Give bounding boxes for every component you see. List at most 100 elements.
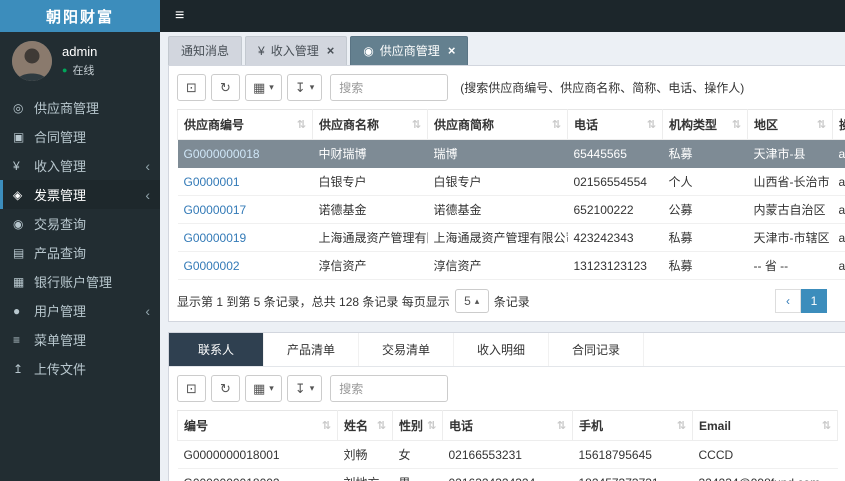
upload-icon: ↥ — [13, 361, 24, 376]
toggle-view-button[interactable]: ⊡ — [177, 375, 206, 402]
sidebar-item-invoice-management[interactable]: ◈ 发票管理 ‹ — [0, 180, 160, 209]
income-icon: ¥ — [13, 158, 20, 173]
export-dropdown[interactable]: ↧ ▾ — [286, 375, 323, 402]
supplier-icon: ◎ — [13, 100, 24, 115]
brand-logo[interactable]: 朝阳财富 — [0, 0, 160, 32]
user-name: admin — [62, 44, 98, 59]
sidebar-item-income-management[interactable]: ¥ 收入管理 ‹ — [0, 151, 160, 180]
sidebar-item-user-management[interactable]: ● 用户管理 ‹ — [0, 296, 160, 325]
col-phone[interactable]: 电话 ⇅ — [567, 109, 663, 140]
trade-query-icon: ◉ — [13, 216, 24, 231]
supplier-id-link[interactable]: G0000002 — [184, 259, 240, 273]
sidebar-item-bank-account-management[interactable]: ▦ 银行账户管理 — [0, 267, 160, 296]
refresh-button[interactable]: ↻ — [211, 375, 240, 402]
col-region[interactable]: 地区 ⇅ — [747, 109, 833, 140]
table-row[interactable]: G0000000018 中财瑞博 瑞博 65445565 私募 天津市-县 ad… — [177, 139, 845, 168]
pagination-info: 显示第 1 到第 5 条记录，总共 128 条记录 每页显示 5 ▴ 条记录 — [177, 289, 530, 313]
toggle-view-button[interactable]: ⊡ — [177, 74, 206, 101]
record-circle-icon: ◉ — [363, 43, 374, 58]
sidebar-item-product-query[interactable]: ▤ 产品查询 — [0, 238, 160, 267]
tab-product-list[interactable]: 产品清单 — [264, 333, 359, 366]
search-hint: (搜索供应商编号、供应商名称、简称、电话、操作人) — [460, 81, 745, 95]
columns-icon: ▦ — [253, 79, 266, 95]
table-row[interactable]: G0000002 淳信资产 淳信资产 13123123123 私募 -- 省 -… — [177, 251, 845, 280]
col-mobile[interactable]: 手机 ⇅ — [572, 410, 693, 441]
card-view-icon: ⊡ — [186, 380, 197, 396]
sort-icon: ⇅ — [816, 119, 826, 131]
sidebar-item-trade-query[interactable]: ◉ 交易查询 — [0, 209, 160, 238]
refresh-icon: ↻ — [220, 79, 231, 95]
caret-down-icon: ▾ — [269, 82, 274, 92]
table-row[interactable]: G0000000018002 刘地方 男 0216324324324 18245… — [177, 468, 838, 481]
sort-icon: ⇅ — [731, 119, 741, 131]
close-icon[interactable]: × — [327, 43, 335, 58]
sidebar-item-upload-file[interactable]: ↥ 上传文件 — [0, 354, 160, 383]
export-icon: ↧ — [294, 380, 306, 396]
tab-income-detail[interactable]: 收入明细 — [454, 333, 549, 366]
supplier-id-link[interactable]: G00000017 — [184, 203, 247, 217]
sidebar-item-supplier-management[interactable]: ◎ 供应商管理 — [0, 93, 160, 122]
sidebar-item-label: 供应商管理 — [34, 101, 100, 116]
contacts-table: 编号 ⇅ 姓名 ⇅ 性别 ⇅ 电话 ⇅ 手机 ⇅ Email ⇅ G000000001800… — [177, 410, 838, 481]
user-status-label: 在线 — [72, 65, 95, 77]
table-row[interactable]: G00000019 上海通晟资产管理有限公司 上海通晟资产管理有限公司 4232… — [177, 223, 845, 252]
tab-label: 供应商管理 — [379, 44, 440, 58]
tab-income-management[interactable]: ¥ 收入管理 × — [245, 36, 348, 65]
search-input[interactable] — [330, 74, 449, 101]
sidebar-item-contract-management[interactable]: ▣ 合同管理 — [0, 122, 160, 151]
sidebar-item-label: 合同管理 — [34, 130, 87, 145]
tab-contacts[interactable]: 联系人 — [169, 333, 264, 366]
tab-label: 收入管理 — [270, 44, 319, 58]
export-dropdown[interactable]: ↧ ▾ — [286, 74, 323, 101]
tab-transaction-list[interactable]: 交易清单 — [359, 333, 454, 366]
col-supplier-name[interactable]: 供应商名称 ⇅ — [312, 109, 428, 140]
close-icon[interactable]: × — [448, 43, 456, 58]
sort-icon: ⇅ — [321, 420, 331, 432]
refresh-button[interactable]: ↻ — [211, 74, 240, 101]
sort-icon: ⇅ — [821, 420, 831, 432]
table-row[interactable]: G0000000018001 刘畅 女 02166553231 15618795… — [177, 440, 838, 469]
col-contact-id[interactable]: 编号 ⇅ — [177, 410, 338, 441]
table-row[interactable]: G0000001 白银专户 白银专户 02156554554 个人 山西省-长治… — [177, 167, 845, 196]
col-email[interactable]: Email ⇅ — [692, 410, 838, 441]
sort-icon: ⇅ — [676, 420, 686, 432]
table-row[interactable]: G00000017 诺德基金 诺德基金 652100222 公募 内蒙古自治区 … — [177, 195, 845, 224]
col-gender[interactable]: 性别 ⇅ — [392, 410, 443, 441]
app-window: 朝阳财富 ≡ admin ● 在线 ◎ 供应商管理 ▣ 合同管理 ¥ 收入管理 … — [0, 0, 845, 481]
sidebar-toggle-icon[interactable]: ≡ — [175, 8, 184, 24]
chevron-left-icon: ‹ — [145, 157, 150, 174]
col-operator[interactable]: 操作人⇅ — [832, 109, 845, 140]
search-input[interactable] — [330, 375, 449, 402]
col-name[interactable]: 姓名 ⇅ — [337, 410, 393, 441]
prev-page-button[interactable]: ‹ — [775, 289, 801, 313]
tab-contract-records[interactable]: 合同记录 — [549, 333, 644, 366]
page-1-button[interactable]: 1 — [801, 289, 827, 313]
supplier-table: 供应商编号⇅ 供应商名称⇅ 供应商简称⇅ 电话⇅ 机构类型⇅ 地区⇅ 操作人⇅ … — [177, 109, 845, 280]
refresh-icon: ↻ — [220, 380, 231, 396]
sidebar-item-label: 用户管理 — [34, 304, 87, 319]
columns-dropdown[interactable]: ▦ ▾ — [245, 375, 282, 402]
supplier-id-link[interactable]: G0000001 — [184, 175, 240, 189]
columns-dropdown[interactable]: ▦ ▾ — [245, 74, 282, 101]
page-size-dropdown[interactable]: 5 ▴ — [454, 289, 489, 313]
chevron-left-icon: ‹ — [145, 302, 150, 319]
invoice-icon: ◈ — [13, 187, 23, 202]
top-navbar: ≡ — [160, 0, 845, 32]
contract-icon: ▣ — [13, 129, 25, 144]
col-supplier-short-name[interactable]: 供应商简称 ⇅ — [427, 109, 568, 140]
tab-supplier-management[interactable]: ◉ 供应商管理 × — [350, 36, 469, 65]
sidebar-item-label: 上传文件 — [34, 362, 87, 377]
main-content: 通知消息 ¥ 收入管理 × ◉ 供应商管理 × ⊡ ↻ ▦ ▾ ↧ ▾ 搜索 (… — [160, 32, 845, 481]
sidebar-item-menu-management[interactable]: ≡ 菜单管理 — [0, 325, 160, 354]
col-institution-type[interactable]: 机构类型 ⇅ — [662, 109, 748, 140]
menu-list-icon: ≡ — [13, 332, 21, 347]
supplier-id-link[interactable]: G00000019 — [184, 231, 247, 245]
avatar — [12, 41, 52, 81]
supplier-id-link[interactable]: G0000000018 — [184, 147, 260, 161]
table-header-row: 供应商编号⇅ 供应商名称⇅ 供应商简称⇅ 电话⇅ 机构类型⇅ 地区⇅ 操作人⇅ — [177, 109, 845, 140]
pagination-bar: 显示第 1 到第 5 条记录，总共 128 条记录 每页显示 5 ▴ 条记录 ‹… — [177, 289, 845, 313]
col-phone[interactable]: 电话 ⇅ — [442, 410, 573, 441]
tab-notifications[interactable]: 通知消息 — [168, 36, 243, 65]
col-supplier-id[interactable]: 供应商编号 ⇅ — [177, 109, 313, 140]
sidebar-item-label: 收入管理 — [34, 159, 87, 174]
